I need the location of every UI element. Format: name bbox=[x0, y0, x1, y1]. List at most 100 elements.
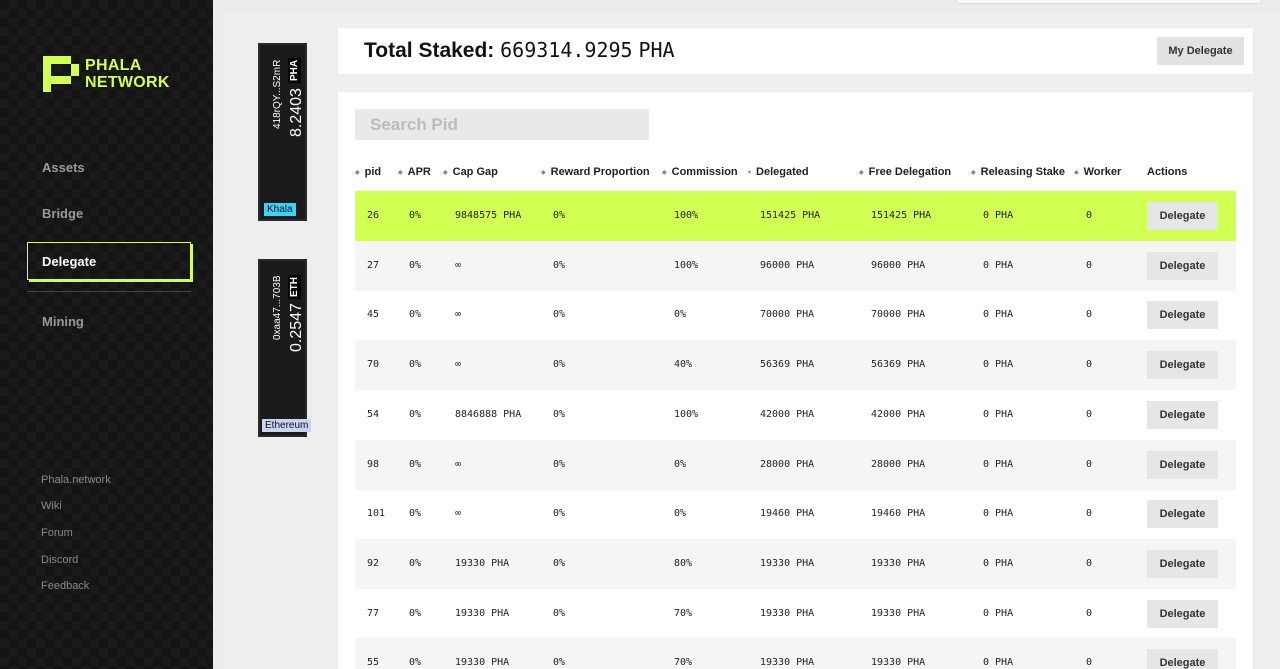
cell-apr: 0% bbox=[409, 210, 422, 221]
cell-worker: 0 bbox=[1086, 309, 1093, 321]
cell-releasing: 0 PHA bbox=[983, 508, 1014, 520]
sidebar-item-mining[interactable]: Mining bbox=[42, 314, 84, 329]
column-label: Actions bbox=[1147, 166, 1188, 178]
footer-link-feedback[interactable]: Feedback bbox=[41, 580, 89, 592]
total-staked-unit: PHA bbox=[638, 38, 675, 62]
delegate-button[interactable]: Delegate bbox=[1147, 400, 1218, 429]
cell-releasing: 0 PHA bbox=[983, 458, 1014, 470]
footer-link-phala-network[interactable]: Phala.network bbox=[41, 474, 111, 486]
logo-line-1: PHALA bbox=[85, 57, 142, 74]
footer-link-forum[interactable]: Forum bbox=[41, 527, 73, 539]
delegate-button[interactable]: Delegate bbox=[1147, 202, 1218, 230]
column-header-reward-proportion[interactable]: ◆ Reward Proportion bbox=[541, 166, 650, 178]
column-label: Releasing Stake bbox=[980, 166, 1065, 178]
sidebar-item-delegate[interactable]: Delegate bbox=[27, 242, 191, 280]
cell-worker: 0 bbox=[1086, 210, 1093, 221]
table-row: 27 0% ∞ 0% 100% 96000 PHA 96000 PHA 0 PHA 0 Deleg… bbox=[355, 240, 1236, 291]
cell-pid: 77 bbox=[367, 607, 380, 619]
cell-apr: 0% bbox=[409, 657, 422, 669]
footer-link-wiki[interactable]: Wiki bbox=[41, 500, 62, 512]
delegate-button[interactable]: Delegate bbox=[1147, 301, 1218, 330]
cell-pid: 26 bbox=[367, 210, 380, 221]
total-staked-value: 669314.9295 bbox=[500, 38, 633, 62]
sidebar-item-bridge[interactable]: Bridge bbox=[42, 206, 83, 221]
account-address: 0xaa47...703B bbox=[272, 275, 283, 341]
sort-icon: ◆ bbox=[443, 170, 448, 176]
sidebar-item-assets[interactable]: Assets bbox=[42, 160, 85, 175]
cell-releasing: 0 PHA bbox=[983, 259, 1014, 271]
footer-link-discord[interactable]: Discord bbox=[41, 554, 78, 566]
table-row: 45 0% ∞ 0% 0% 70000 PHA 70000 PHA 0 PHA 0 Delegat… bbox=[355, 290, 1236, 340]
table-row: 101 0% ∞ 0% 0% 19460 PHA 19460 PHA 0 PHA 0 Delega… bbox=[355, 489, 1236, 539]
cell-delegated: 56369 PHA bbox=[760, 359, 815, 371]
sort-icon: ▾ bbox=[748, 170, 752, 176]
table-row: 26 0% 9848575 PHA 0% 100% 151425 PHA 151425 PH… bbox=[355, 191, 1236, 241]
delegate-button[interactable]: Delegate bbox=[1147, 649, 1218, 669]
delegate-button[interactable]: Delegate bbox=[1147, 251, 1218, 280]
account-card-ethereum[interactable]: 0xaa47...703B 0.2547 ETH Ethereum bbox=[258, 259, 312, 437]
cell-apr: 0% bbox=[409, 309, 422, 321]
cell-delegated: 42000 PHA bbox=[760, 408, 815, 420]
table-row: 98 0% ∞ 0% 0% 28000 PHA 28000 PHA 0 PHA 0 Delegat… bbox=[355, 439, 1236, 490]
delegate-button[interactable]: Delegate bbox=[1147, 450, 1218, 479]
column-header-releasing-stake[interactable]: ◆ Releasing Stake bbox=[971, 166, 1065, 178]
delegate-button[interactable]: Delegate bbox=[1147, 549, 1218, 578]
cell-free: 151425 PHA bbox=[871, 210, 932, 221]
cell-delegated: 28000 PHA bbox=[760, 458, 815, 470]
cell-pid: 55 bbox=[367, 657, 380, 669]
cell-cap-gap: ∞ bbox=[455, 309, 462, 321]
sort-icon: ◆ bbox=[398, 170, 403, 176]
cell-pid: 54 bbox=[367, 408, 380, 420]
column-header-pid[interactable]: ◆ pid bbox=[355, 166, 381, 178]
delegate-button[interactable]: Delegate bbox=[1147, 351, 1218, 380]
account-token: ETH bbox=[288, 275, 301, 299]
table-row: 70 0% ∞ 0% 40% 56369 PHA 56369 PHA 0 PHA 0 Delega… bbox=[355, 340, 1236, 391]
cell-delegated: 19460 PHA bbox=[760, 508, 815, 520]
cell-pid: 27 bbox=[367, 259, 380, 271]
account-balance: 8.2403 bbox=[288, 88, 305, 137]
column-header-delegated[interactable]: ▾ Delegated bbox=[748, 166, 809, 178]
column-header-cap-gap[interactable]: ◆ Cap Gap bbox=[443, 166, 498, 178]
cell-commission: 0% bbox=[674, 508, 687, 520]
cell-worker: 0 bbox=[1086, 657, 1093, 669]
logo-wordmark: PHALA NETWORK bbox=[85, 57, 170, 91]
column-header-free-delegation[interactable]: ◆ Free Delegation bbox=[859, 166, 951, 178]
column-label: Delegated bbox=[756, 166, 809, 178]
account-address: 418rQY...S2mR bbox=[272, 59, 283, 129]
cell-worker: 0 bbox=[1086, 359, 1093, 371]
account-card-khala[interactable]: 418rQY...S2mR 8.2403 PHA Khala bbox=[258, 43, 307, 221]
cell-cap-gap: 8846888 PHA bbox=[455, 408, 522, 420]
column-header-worker[interactable]: ◆ Worker bbox=[1074, 166, 1121, 178]
cell-commission: 100% bbox=[674, 259, 699, 271]
cell-delegated: 151425 PHA bbox=[760, 210, 821, 221]
column-header-apr[interactable]: ◆ APR bbox=[398, 166, 431, 178]
cell-delegated: 19330 PHA bbox=[760, 657, 815, 669]
total-staked: Total Staked: 669314.9295 PHA bbox=[364, 38, 675, 63]
cell-pid: 101 bbox=[367, 508, 386, 520]
cell-reward: 0% bbox=[553, 458, 566, 470]
delegate-button[interactable]: Delegate bbox=[1147, 599, 1218, 628]
sort-icon: ◆ bbox=[859, 170, 864, 176]
cell-cap-gap: ∞ bbox=[455, 359, 462, 371]
cell-free: 42000 PHA bbox=[871, 408, 926, 420]
total-staked-bar: Total Staked: 669314.9295 PHA My Delegat… bbox=[338, 28, 1253, 74]
delegate-button[interactable]: Delegate bbox=[1147, 500, 1218, 529]
cell-delegated: 19330 PHA bbox=[760, 607, 815, 619]
cell-apr: 0% bbox=[409, 557, 422, 569]
cell-commission: 0% bbox=[674, 309, 687, 321]
sort-icon: ◆ bbox=[662, 170, 667, 176]
cell-delegated: 70000 PHA bbox=[760, 309, 815, 321]
column-header-commission[interactable]: ◆ Commission bbox=[662, 166, 738, 178]
cell-reward: 0% bbox=[553, 359, 566, 371]
search-pid-input[interactable] bbox=[355, 109, 649, 140]
sort-icon: ◆ bbox=[355, 170, 360, 176]
logo-line-2: NETWORK bbox=[85, 74, 170, 91]
account-token: PHA bbox=[288, 57, 301, 83]
my-delegate-button[interactable]: My Delegate bbox=[1157, 37, 1244, 65]
cell-worker: 0 bbox=[1086, 259, 1093, 271]
column-label: Free Delegation bbox=[868, 166, 952, 178]
cell-reward: 0% bbox=[553, 508, 566, 520]
nav-divider bbox=[27, 291, 191, 292]
phala-logo[interactable]: PHALA NETWORK bbox=[43, 56, 170, 92]
cell-apr: 0% bbox=[409, 408, 422, 420]
